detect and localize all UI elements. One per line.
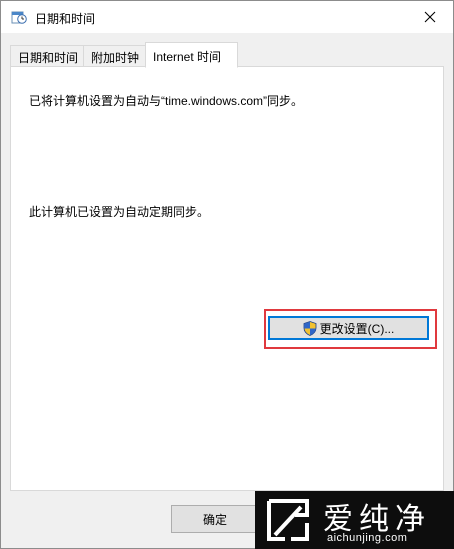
close-icon [424,11,436,23]
date-time-icon [11,11,27,24]
change-settings-button[interactable]: 更改设置(C)... [268,316,429,340]
uac-shield-icon [303,320,317,336]
tab-date-time[interactable]: 日期和时间 [10,45,84,67]
date-time-dialog: 日期和时间 日期和时间 附加时钟 Internet 时间 已将计算机设置为自动与… [0,0,454,549]
schedule-message: 此计算机已设置为自动定期同步。 [29,205,210,219]
ok-button[interactable]: 确定 [171,505,259,533]
watermark: 爱纯净 aichunjing.com [255,491,454,549]
sync-message: 已将计算机设置为自动与“time.windows.com”同步。 [29,94,304,108]
brand-logo-icon [267,499,309,541]
watermark-url: aichunjing.com [327,532,408,544]
title-bar: 日期和时间 [1,1,453,33]
close-button[interactable] [407,1,453,33]
tab-additional-clocks[interactable]: 附加时钟 [83,45,146,67]
change-settings-label: 更改设置(C)... [319,321,395,336]
window-title: 日期和时间 [35,12,96,26]
internet-time-panel: 已将计算机设置为自动与“time.windows.com”同步。 此计算机已设置… [10,66,444,491]
tab-internet-time[interactable]: Internet 时间 [145,42,238,68]
